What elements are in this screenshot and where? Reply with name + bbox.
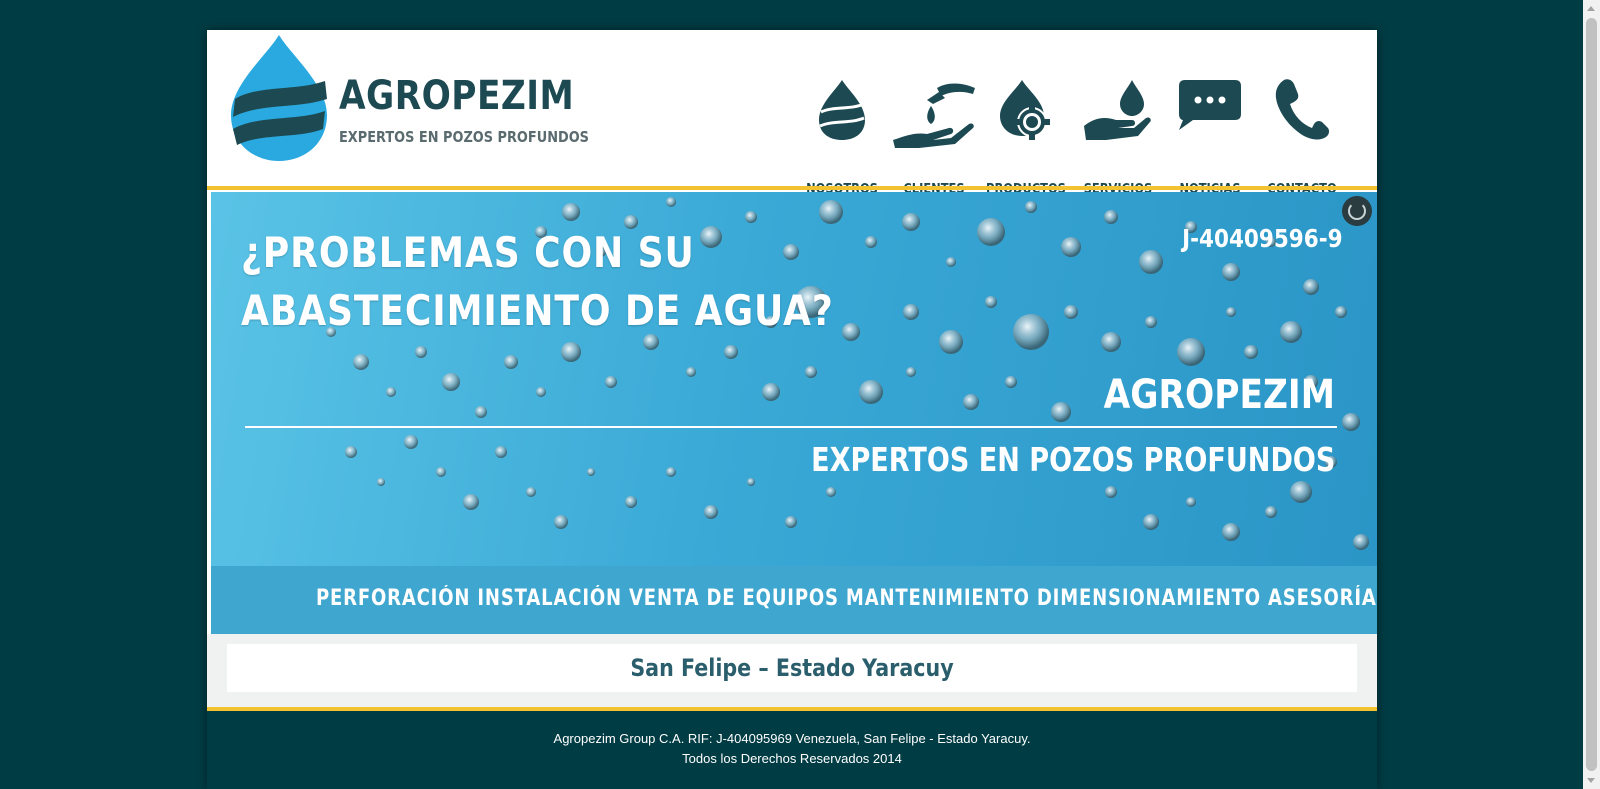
scroll-thumb[interactable] <box>1586 18 1597 771</box>
drop-gear-icon <box>1000 80 1050 140</box>
chat-bubble-icon <box>1179 80 1241 130</box>
banner-rule <box>245 426 1337 428</box>
page-container: AGROPEZIM EXPERTOS EN POZOS PROFUNDOS NO… <box>207 30 1377 789</box>
hand-drop-icon <box>1084 80 1151 140</box>
nav-item-productos[interactable]: PRODUCTOS <box>979 78 1073 197</box>
nav-item-noticias[interactable]: NOTICIAS <box>1163 78 1257 197</box>
location-area: San Felipe – Estado Yaracuy <box>207 634 1377 707</box>
nav-item-contacto[interactable]: CONTACTO <box>1255 78 1349 197</box>
nav-item-servicios[interactable]: SERVICIOS <box>1071 78 1165 197</box>
scroll-up-icon[interactable] <box>1587 6 1595 11</box>
site-header: AGROPEZIM EXPERTOS EN POZOS PROFUNDOS NO… <box>207 30 1377 197</box>
banner-slogan: EXPERTOS EN POZOS PROFUNDOS <box>810 440 1335 479</box>
location-box: San Felipe – Estado Yaracuy <box>227 644 1357 692</box>
hero-banner: ¿PROBLEMAS CON SU ABASTECIMIENTO DE AGUA… <box>211 192 1377 566</box>
slider-control-icon[interactable] <box>1342 196 1372 226</box>
banner-rif: J-40409596-9 <box>1182 224 1343 253</box>
page-scrollbar[interactable] <box>1583 0 1600 789</box>
banner-headline-line2: ABASTECIMIENTO DE AGUA? <box>241 286 834 335</box>
banner-headline: ¿PROBLEMAS CON SU ABASTECIMIENTO DE AGUA… <box>241 224 834 340</box>
services-list: PERFORACIÓN INSTALACIÓN VENTA DE EQUIPOS… <box>315 586 1377 611</box>
banner-brand: AGROPEZIM <box>1103 372 1335 418</box>
hands-exchange-icon <box>893 83 975 148</box>
footer-copyright: Todos los Derechos Reservados 2014 <box>682 751 902 766</box>
nav-item-clientes[interactable]: CLIENTES <box>887 78 981 197</box>
water-drop-icon <box>819 80 865 140</box>
site-footer: Agropezim Group C.A. RIF: J-404095969 Ve… <box>207 711 1377 789</box>
phone-icon <box>1275 79 1330 140</box>
scroll-down-icon[interactable] <box>1587 778 1595 783</box>
services-strip: PERFORACIÓN INSTALACIÓN VENTA DE EQUIPOS… <box>211 566 1377 634</box>
header-divider <box>207 186 1377 190</box>
banner-headline-line1: ¿PROBLEMAS CON SU <box>241 228 695 277</box>
nav-item-nosotros[interactable]: NOSOTROS <box>795 78 889 197</box>
main-nav: NOSOTROS CLIENTES <box>207 78 1377 197</box>
footer-company-info: Agropezim Group C.A. RIF: J-404095969 Ve… <box>553 731 1031 746</box>
location-text: San Felipe – Estado Yaracuy <box>630 654 954 682</box>
